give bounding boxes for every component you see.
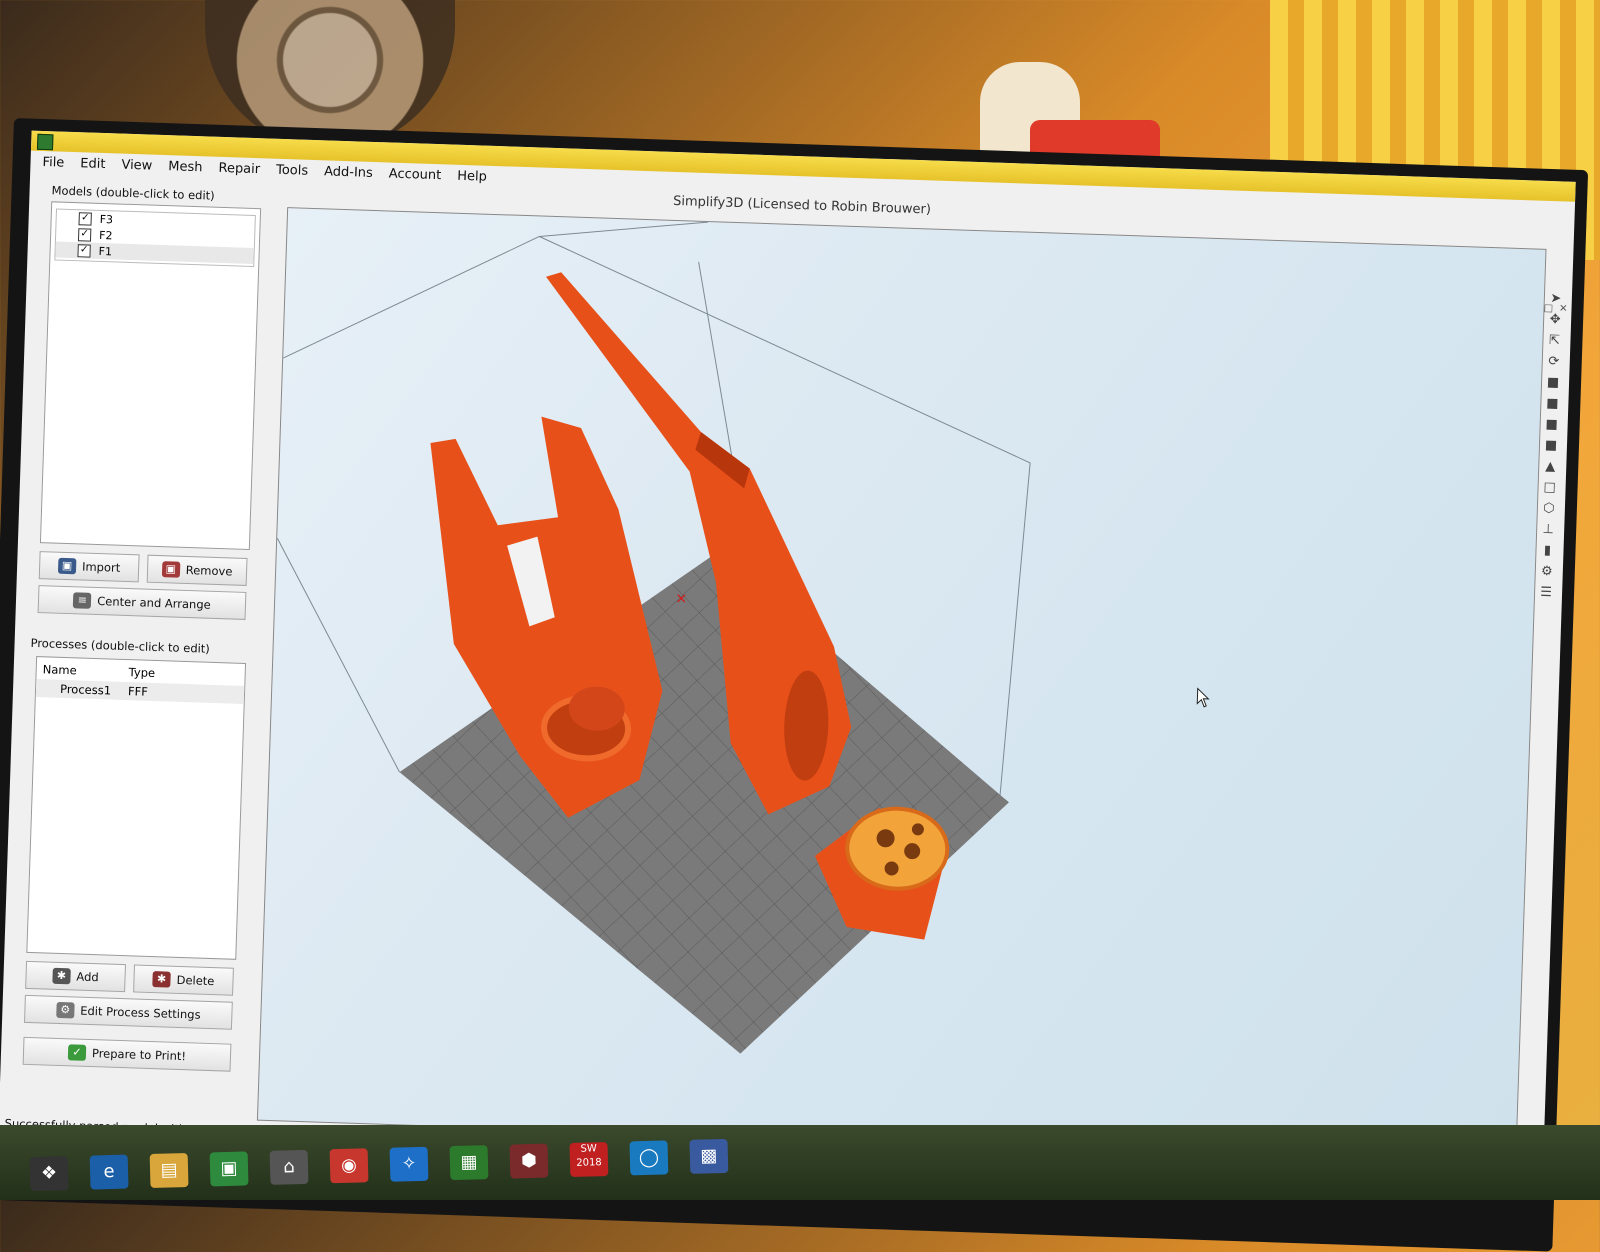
app2-icon[interactable]: ▩ — [689, 1138, 729, 1174]
view-right-icon[interactable]: ■ — [1542, 438, 1561, 455]
arrange-icon: ≡ — [73, 592, 92, 609]
menu-repair[interactable]: Repair — [212, 159, 266, 183]
center-arrange-button[interactable]: ≡ Center and Arrange — [37, 585, 247, 620]
axes-icon[interactable]: ⊥ — [1539, 522, 1558, 539]
view-iso-icon[interactable]: ▲ — [1541, 459, 1560, 476]
taskbar: ❖ e ▤ ▣ ⌂ ◉ ✧ ▦ ⬢ SW 2018 ◯ ▩ — [0, 1125, 1600, 1200]
process-type: FFF — [127, 684, 149, 699]
cube-icon[interactable]: ⬢ — [509, 1143, 549, 1179]
models-list-inner: ✓ F3 ✓ F2 ✓ F1 — [54, 208, 256, 268]
add-icon: ✱ — [52, 967, 71, 985]
models-list[interactable]: ✓ F3 ✓ F2 ✓ F1 — [39, 201, 262, 551]
view-top-icon[interactable]: ■ — [1543, 396, 1562, 413]
remove-label: Remove — [185, 562, 233, 579]
menu-file[interactable]: File — [36, 153, 70, 176]
scale-icon[interactable]: ⇱ — [1545, 333, 1564, 350]
menu-view[interactable]: View — [115, 155, 159, 178]
model-checkbox-f2[interactable]: ✓ — [77, 227, 92, 242]
menu-edit[interactable]: Edit — [74, 154, 112, 177]
file-explorer-icon[interactable]: ▤ — [149, 1153, 189, 1188]
import-label: Import — [81, 559, 121, 575]
menu-help[interactable]: Help — [451, 167, 493, 190]
solidworks-label: SW 2018 — [576, 1143, 602, 1169]
center-arrange-label: Center and Arrange — [97, 594, 211, 612]
remove-button[interactable]: ▣ Remove — [146, 554, 248, 586]
prepare-label: Prepare to Print! — [91, 1046, 187, 1064]
select-icon[interactable]: ➤ — [1547, 291, 1566, 308]
model-checkbox-f3[interactable]: ✓ — [78, 211, 92, 226]
mouse-cursor-icon — [1196, 687, 1210, 708]
edit-process-label: Edit Process Settings — [80, 1003, 201, 1022]
column-name[interactable]: Name — [43, 662, 129, 679]
import-icon: ▣ — [57, 557, 77, 575]
menu-mesh[interactable]: Mesh — [162, 157, 209, 181]
remove-icon: ▣ — [161, 561, 181, 578]
layers-icon[interactable]: ☰ — [1537, 585, 1556, 602]
processes-list[interactable]: Name Type Process1 FFF — [26, 656, 247, 960]
rotate-icon[interactable]: ⟳ — [1544, 354, 1563, 371]
solidworks-icon[interactable]: SW 2018 — [569, 1142, 609, 1177]
home-icon[interactable]: ⌂ — [269, 1149, 309, 1185]
screen: Simplify3D (Licensed to Robin Brouwer) –… — [0, 130, 1576, 1192]
menu-account[interactable]: Account — [382, 164, 447, 188]
app-icon[interactable]: ✧ — [389, 1146, 429, 1182]
delete-icon: ✱ — [152, 971, 171, 988]
scene-svg: ✕ — [276, 221, 1210, 1054]
delete-label: Delete — [176, 972, 215, 989]
delete-process-button[interactable]: ✱ Delete — [133, 964, 234, 996]
model-name-f2: F2 — [98, 228, 113, 242]
menu-add-ins[interactable]: Add-Ins — [318, 162, 379, 186]
store-icon[interactable]: ▣ — [209, 1151, 249, 1187]
monitor: Simplify3D (Licensed to Robin Brouwer) –… — [0, 118, 1589, 1252]
edge-icon[interactable]: ◯ — [629, 1140, 669, 1176]
processes-label: Processes (double-click to edit) — [30, 635, 211, 656]
gears-icon: ⚙ — [55, 1001, 75, 1019]
prepare-to-print-button[interactable]: ✓ Prepare to Print! — [22, 1036, 232, 1072]
cut-icon[interactable]: ▮ — [1538, 543, 1557, 560]
view-front-icon[interactable]: ■ — [1544, 375, 1563, 392]
add-label: Add — [76, 969, 99, 985]
add-process-button[interactable]: ✱ Add — [25, 960, 127, 993]
simplify3d-icon[interactable]: ▦ — [449, 1145, 489, 1181]
wireframe-icon[interactable]: □ — [1540, 480, 1559, 497]
chrome-icon[interactable]: ◉ — [329, 1148, 369, 1184]
internet-explorer-icon[interactable]: e — [89, 1154, 129, 1190]
app-logo-icon — [36, 133, 54, 151]
solid-icon[interactable]: ⬡ — [1540, 501, 1559, 518]
edit-process-settings-button[interactable]: ⚙ Edit Process Settings — [24, 994, 233, 1030]
3d-viewport[interactable]: ✕ — [256, 207, 1547, 1163]
model-name-f1: F1 — [98, 244, 113, 258]
view-left-icon[interactable]: ■ — [1542, 417, 1561, 434]
model-checkbox-f1[interactable]: ✓ — [77, 243, 91, 258]
model-name-f3: F3 — [99, 212, 114, 226]
settings-icon[interactable]: ⚙ — [1538, 564, 1557, 581]
checkmark-icon: ✓ — [67, 1044, 87, 1061]
import-button[interactable]: ▣ Import — [38, 551, 140, 583]
windows-start-icon[interactable]: ❖ — [29, 1156, 69, 1192]
move-icon[interactable]: ✥ — [1546, 312, 1565, 329]
origin-marker: ✕ — [675, 591, 687, 607]
process-name: Process1 — [59, 681, 112, 698]
column-type[interactable]: Type — [128, 665, 155, 680]
menu-tools[interactable]: Tools — [270, 161, 315, 184]
taskbar-icons: ❖ e ▤ ▣ ⌂ ◉ ✧ ▦ ⬢ SW 2018 ◯ ▩ — [29, 1138, 729, 1192]
